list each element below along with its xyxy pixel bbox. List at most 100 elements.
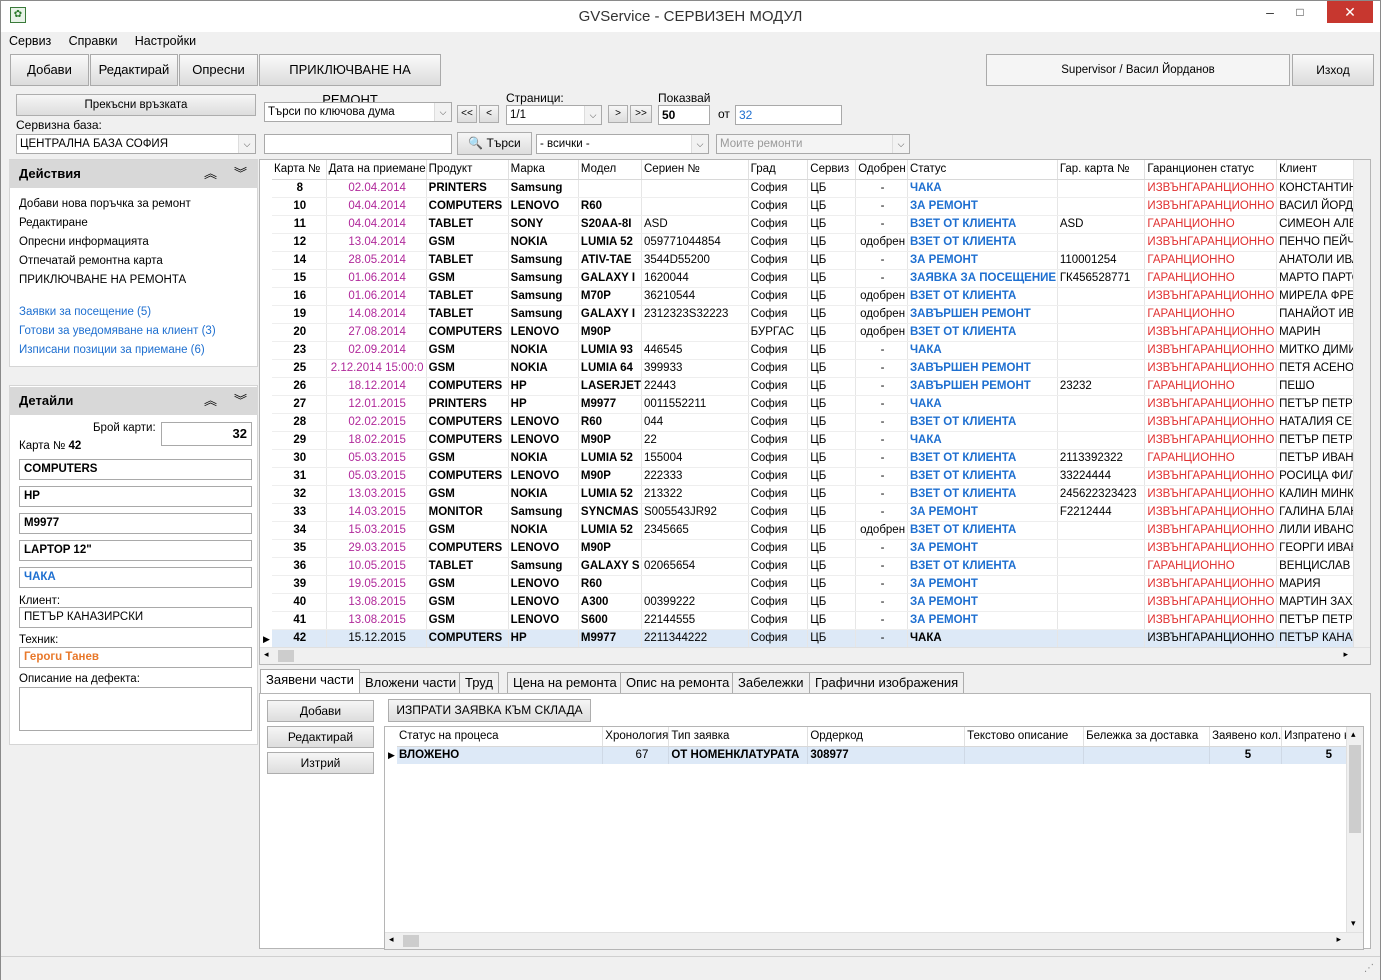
grid-horizontal-scrollbar[interactable]: ◂ ▸ xyxy=(260,647,1370,664)
action-print-card[interactable]: Отпечатай ремонтна карта xyxy=(19,255,163,267)
resize-grip-icon[interactable]: ⋰ xyxy=(1364,963,1374,974)
tab-repair-price[interactable]: Цена на ремонта xyxy=(507,672,623,694)
table-row[interactable]: 23 02.09.2014 GSM NOKIA LUMIA 93 446545 София Ц… xyxy=(272,341,1370,360)
collapse-icon[interactable]: ︽ xyxy=(204,160,217,188)
scroll-left-icon[interactable]: ◂ xyxy=(389,934,394,945)
scroll-left-icon[interactable]: ◂ xyxy=(264,649,269,660)
model-field[interactable]: M9977 xyxy=(19,513,252,534)
grid-column-header[interactable]: Дата на приемане xyxy=(326,160,427,180)
first-page-button[interactable]: << xyxy=(457,105,477,123)
table-row[interactable]: 11 04.04.2014 TABLET SONY S20AA-8I ASD София ЦБ… xyxy=(272,215,1370,234)
disconnect-button[interactable]: Прекъсни връзката xyxy=(16,94,256,116)
table-row[interactable]: ВЛОЖЕНО 67 ОТ НОМЕНКЛАТУРАТА 308977 5 5 xyxy=(397,746,1363,764)
expand-icon[interactable]: ︾ xyxy=(234,387,247,415)
table-row[interactable]: 29 18.02.2015 COMPUTERS LENOVO M90P 22 София ЦБ… xyxy=(272,431,1370,450)
tab-installed-parts[interactable]: Вложени части xyxy=(359,672,463,694)
parts-vertical-scrollbar[interactable]: ▴ ▾ xyxy=(1346,727,1363,949)
grid-column-header[interactable]: Гаранционен статус xyxy=(1144,160,1278,180)
grid-column-header[interactable]: Гар. карта № xyxy=(1057,160,1146,180)
tab-labor[interactable]: Труд xyxy=(459,672,499,694)
prev-page-button[interactable]: < xyxy=(479,105,499,123)
table-row[interactable]: 28 02.02.2015 COMPUTERS LENOVO R60 044 София ЦБ… xyxy=(272,413,1370,432)
parts-column-header[interactable]: Текстово описание xyxy=(964,727,1085,747)
search-mode-select[interactable]: Търси по ключова дума ⌵ xyxy=(264,102,452,122)
scroll-thumb[interactable] xyxy=(1349,745,1361,833)
grid-column-header[interactable]: Продукт xyxy=(426,160,509,180)
scroll-thumb[interactable] xyxy=(403,935,419,947)
action-edit[interactable]: Редактиране xyxy=(19,217,88,229)
table-row[interactable]: 34 15.03.2015 GSM NOKIA LUMIA 52 2345665 София… xyxy=(272,521,1370,540)
table-row[interactable]: 35 29.03.2015 COMPUTERS LENOVO M90P София ЦБ - З… xyxy=(272,539,1370,558)
grid-vertical-scrollbar[interactable] xyxy=(1353,160,1370,664)
last-page-button[interactable]: >> xyxy=(630,105,652,123)
grid-column-header[interactable]: Карта № xyxy=(272,160,327,180)
grid-column-header[interactable]: Сервиз xyxy=(807,160,857,180)
table-row[interactable]: 12 13.04.2014 GSM NOKIA LUMIA 52 059771044854… xyxy=(272,233,1370,252)
table-row[interactable]: 41 13.08.2015 GSM LENOVO S600 22144555 София ЦБ… xyxy=(272,611,1370,630)
client-field[interactable]: ПЕТЪР КАНАЗИРСКИ xyxy=(19,607,252,628)
table-row[interactable]: 30 05.03.2015 GSM NOKIA LUMIA 52 155004 София Ц… xyxy=(272,449,1370,468)
status-field[interactable]: ЧАКА xyxy=(19,567,252,588)
table-row[interactable]: 39 19.05.2015 GSM LENOVO R60 София ЦБ - ЗА РЕМОН… xyxy=(272,575,1370,594)
table-row[interactable]: 16 01.06.2014 TABLET Samsung M70P 36210544 Соф… xyxy=(272,287,1370,306)
table-row[interactable]: 31 05.03.2015 COMPUTERS LENOVO M90P 222333 Соф… xyxy=(272,467,1370,486)
parts-horizontal-scrollbar[interactable]: ◂ ▸ xyxy=(385,932,1363,949)
finish-repair-button[interactable]: ПРИКЛЮЧВАНЕ НА РЕМОНТ xyxy=(259,54,441,107)
parts-column-header[interactable]: Хронология xyxy=(602,727,670,747)
grid-column-header[interactable]: Модел xyxy=(578,160,643,180)
pages-select[interactable]: 1/1 ⌵ xyxy=(506,105,602,125)
tab-repair-inventory[interactable]: Опис на ремонта xyxy=(620,672,736,694)
edit-button[interactable]: Редактирай xyxy=(90,54,178,86)
add-button[interactable]: Добави xyxy=(10,54,89,86)
menu-service[interactable]: Сервиз xyxy=(9,32,51,50)
table-row[interactable]: 20 27.08.2014 COMPUTERS LENOVO M90P БУРГАС ЦБ о… xyxy=(272,323,1370,342)
exit-button[interactable]: Изход xyxy=(1292,54,1374,86)
table-row[interactable]: 26 18.12.2014 COMPUTERS HP LASERJET 22443 Софи… xyxy=(272,377,1370,396)
table-row[interactable]: 10 04.04.2014 COMPUTERS LENOVO R60 София ЦБ - ЗА… xyxy=(272,197,1370,216)
refresh-button[interactable]: Опресни xyxy=(179,54,258,86)
table-row[interactable]: 32 13.03.2015 GSM NOKIA LUMIA 52 213322 София Ц… xyxy=(272,485,1370,504)
parts-delete-button[interactable]: Изтрий xyxy=(267,752,374,774)
scroll-right-icon[interactable]: ▸ xyxy=(1343,649,1348,660)
next-page-button[interactable]: > xyxy=(608,105,628,123)
description-field[interactable]: LAPTOP 12" xyxy=(19,540,252,561)
menu-reports[interactable]: Справки xyxy=(69,32,118,50)
tab-images[interactable]: Графични изображения xyxy=(809,672,965,694)
close-button[interactable]: ✕ xyxy=(1327,1,1373,23)
expand-icon[interactable]: ︾ xyxy=(234,160,247,188)
parts-column-header[interactable]: Статус на процеса xyxy=(397,727,604,747)
table-row[interactable]: 33 14.03.2015 MONITOR Samsung SYNCMAS S005543… xyxy=(272,503,1370,522)
table-row[interactable]: 19 14.08.2014 TABLET Samsung GALAXY I 2312323… xyxy=(272,305,1370,324)
menu-settings[interactable]: Настройки xyxy=(135,32,196,50)
technician-field[interactable]: Герогu Танев xyxy=(19,647,252,668)
parts-column-header[interactable]: Ордеркод xyxy=(807,727,966,747)
link-ready-to-notify[interactable]: Готови за уведомяване на клиент (3) xyxy=(19,325,216,337)
my-repairs-select[interactable]: Моите ремонти ⌵ xyxy=(716,134,910,154)
collapse-icon[interactable]: ︽ xyxy=(204,387,217,415)
search-button[interactable]: 🔍 Търси xyxy=(457,132,532,155)
defect-textarea[interactable] xyxy=(19,687,252,731)
table-row[interactable]: 36 10.05.2015 TABLET Samsung GALAXY S 0206565… xyxy=(272,557,1370,576)
scroll-thumb[interactable] xyxy=(278,650,294,662)
table-row[interactable]: 40 13.08.2015 GSM LENOVO A300 00399222 София ЦБ… xyxy=(272,593,1370,612)
table-row[interactable]: 14 28.05.2014 TABLET Samsung ATIV-TAE 3544D55… xyxy=(272,251,1370,270)
action-refresh[interactable]: Опресни информацията xyxy=(19,236,149,248)
product-field[interactable]: COMPUTERS xyxy=(19,459,252,480)
action-finish-repair[interactable]: ПРИКЛЮЧВАНЕ НА РЕМОНТА xyxy=(19,274,186,286)
page-size-input[interactable]: 50 xyxy=(658,105,710,125)
table-row[interactable]: 42 15.12.2015 COMPUTERS HP M9977 2211344222 Со… xyxy=(272,629,1370,648)
send-request-button[interactable]: ИЗПРАТИ ЗАЯВКА КЪМ СКЛАДА xyxy=(388,699,591,722)
table-row[interactable]: 25 2.12.2014 15:00:0 GSM NOKIA LUMIA 64 39993… xyxy=(272,359,1370,378)
grid-column-header[interactable]: Статус xyxy=(907,160,1058,180)
parts-add-button[interactable]: Добави xyxy=(267,700,374,722)
grid-column-header[interactable]: Одобрен xyxy=(855,160,908,180)
parts-column-header[interactable]: Заявено кол. xyxy=(1209,727,1283,747)
maximize-button[interactable]: □ xyxy=(1285,1,1315,23)
tab-requested-parts[interactable]: Заявени части xyxy=(260,669,360,694)
link-written-positions[interactable]: Изписани позиции за приемане (6) xyxy=(19,344,205,356)
table-row[interactable]: 15 01.06.2014 GSM Samsung GALAXY I 1620044 Соф… xyxy=(272,269,1370,288)
parts-edit-button[interactable]: Редактирай xyxy=(267,726,374,748)
table-row[interactable]: 8 02.04.2014 PRINTERS Samsung София ЦБ - ЧАКА ИЗ… xyxy=(272,179,1370,198)
action-new-order[interactable]: Добави нова поръчка за ремонт xyxy=(19,198,191,210)
status-filter-select[interactable]: - всички - ⌵ xyxy=(536,134,709,154)
